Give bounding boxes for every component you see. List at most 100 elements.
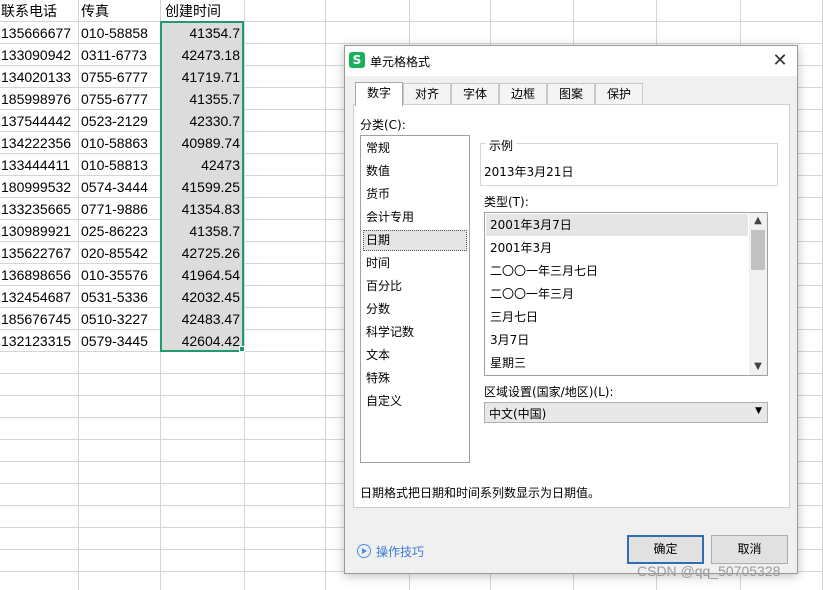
cell-fax[interactable]: 010-35576 bbox=[79, 264, 159, 286]
cell-phone[interactable]: 136898656 bbox=[0, 264, 78, 286]
cell-fax[interactable]: 010-58858 bbox=[79, 22, 159, 44]
type-item-selected[interactable]: 2001年3月7日 bbox=[486, 214, 748, 236]
header-cell-created-time[interactable]: 创建时间 bbox=[161, 0, 243, 22]
cell-fax[interactable]: 0523-2129 bbox=[79, 110, 159, 132]
cell-phone[interactable]: 133235665 bbox=[0, 198, 78, 220]
scroll-down-icon[interactable]: ▼ bbox=[749, 359, 767, 375]
cell-fax[interactable]: 0574-3444 bbox=[79, 176, 159, 198]
category-item[interactable]: 文本 bbox=[363, 345, 467, 366]
type-item[interactable]: 3月7日 bbox=[486, 329, 748, 351]
cell-fax[interactable]: 020-85542 bbox=[79, 242, 159, 264]
tab-pattern[interactable]: 图案 bbox=[547, 83, 595, 105]
sample-value: 2013年3月21日 bbox=[484, 165, 574, 179]
cell-created-time[interactable]: 42483.47 bbox=[161, 308, 243, 330]
cell-fax[interactable]: 0531-5336 bbox=[79, 286, 159, 308]
cell-phone[interactable]: 133090942 bbox=[0, 44, 78, 66]
category-item[interactable]: 分数 bbox=[363, 299, 467, 320]
cell-fax[interactable]: 010-58813 bbox=[79, 154, 159, 176]
ok-button[interactable]: 确定 bbox=[627, 535, 704, 564]
wps-app-icon: S bbox=[349, 52, 365, 68]
cell-phone[interactable]: 135666677 bbox=[0, 22, 78, 44]
tab-alignment[interactable]: 对齐 bbox=[403, 83, 451, 105]
type-item[interactable]: 2001年3月 bbox=[486, 237, 748, 259]
category-item[interactable]: 特殊 bbox=[363, 368, 467, 389]
cancel-button[interactable]: 取消 bbox=[711, 535, 788, 564]
category-item[interactable]: 货币 bbox=[363, 184, 467, 205]
cell-created-time[interactable]: 42032.45 bbox=[161, 286, 243, 308]
category-item[interactable]: 常规 bbox=[363, 138, 467, 159]
cell-phone[interactable]: 180999532 bbox=[0, 176, 78, 198]
cell-phone[interactable]: 132123315 bbox=[0, 330, 78, 352]
type-list-scrollbar[interactable]: ▲ ▼ bbox=[749, 213, 767, 375]
close-icon[interactable]: ✕ bbox=[769, 50, 791, 72]
cell-phone[interactable]: 133444411 bbox=[0, 154, 78, 176]
category-item[interactable]: 科学记数 bbox=[363, 322, 467, 343]
cell-fax[interactable]: 0755-6777 bbox=[79, 88, 159, 110]
watermark: CSDN @qq_50705328 bbox=[637, 563, 781, 579]
cell-phone[interactable]: 185676745 bbox=[0, 308, 78, 330]
cell-created-time[interactable]: 42330.7 bbox=[161, 110, 243, 132]
cell-phone[interactable]: 137544442 bbox=[0, 110, 78, 132]
cell-created-time[interactable]: 41355.7 bbox=[161, 88, 243, 110]
dialog-title: 单元格格式 bbox=[370, 55, 431, 69]
scroll-thumb[interactable] bbox=[751, 230, 765, 270]
category-item[interactable]: 百分比 bbox=[363, 276, 467, 297]
type-item[interactable]: 二〇〇一年三月七日 bbox=[486, 260, 748, 282]
tab-protection[interactable]: 保护 bbox=[595, 83, 643, 105]
type-item[interactable]: 二〇〇一年三月 bbox=[486, 283, 748, 305]
cell-created-time[interactable]: 41358.7 bbox=[161, 220, 243, 242]
category-label: 分类(C): bbox=[360, 118, 406, 132]
locale-select-value: 中文(中国) bbox=[489, 407, 547, 421]
format-description: 日期格式把日期和时间系列数显示为日期值。 bbox=[360, 486, 601, 500]
tab-font[interactable]: 字体 bbox=[451, 83, 499, 105]
grid-column-line bbox=[325, 0, 326, 590]
cell-fax[interactable]: 0311-6773 bbox=[79, 44, 159, 66]
locale-label: 区域设置(国家/地区)(L): bbox=[484, 385, 614, 399]
cell-phone[interactable]: 134020133 bbox=[0, 66, 78, 88]
type-list[interactable]: 2001年3月7日 2001年3月 二〇〇一年三月七日 二〇〇一年三月 三月七日… bbox=[484, 212, 768, 376]
cell-fax[interactable]: 0510-3227 bbox=[79, 308, 159, 330]
cell-created-time[interactable]: 41719.71 bbox=[161, 66, 243, 88]
format-cells-dialog: S 单元格格式 ✕ 数字 对齐 字体 边框 图案 保护 分类(C): 常规 数值… bbox=[344, 45, 798, 574]
cell-phone[interactable]: 185998976 bbox=[0, 88, 78, 110]
play-circle-icon[interactable] bbox=[357, 544, 371, 558]
category-item-selected[interactable]: 日期 bbox=[363, 230, 467, 251]
cell-created-time[interactable]: 40989.74 bbox=[161, 132, 243, 154]
locale-select[interactable]: 中文(中国) ▼ bbox=[484, 402, 768, 423]
cell-created-time[interactable]: 41599.25 bbox=[161, 176, 243, 198]
tips-link[interactable]: 操作技巧 bbox=[376, 543, 424, 560]
type-item[interactable]: 三月七日 bbox=[486, 306, 748, 328]
cell-phone[interactable]: 135622767 bbox=[0, 242, 78, 264]
cell-phone[interactable]: 130989921 bbox=[0, 220, 78, 242]
cell-phone[interactable]: 132454687 bbox=[0, 286, 78, 308]
category-item[interactable]: 数值 bbox=[363, 161, 467, 182]
cell-fax[interactable]: 0771-9886 bbox=[79, 198, 159, 220]
tab-border[interactable]: 边框 bbox=[499, 83, 547, 105]
dropdown-arrow-icon: ▼ bbox=[755, 406, 762, 416]
cell-created-time[interactable]: 42604.42 bbox=[161, 330, 243, 352]
header-cell-phone[interactable]: 联系电话 bbox=[0, 0, 78, 22]
scroll-up-icon[interactable]: ▲ bbox=[749, 213, 767, 229]
cell-fax[interactable]: 010-58863 bbox=[79, 132, 159, 154]
cell-created-time[interactable]: 42473 bbox=[161, 154, 243, 176]
type-label: 类型(T): bbox=[484, 195, 529, 209]
grid-column-line bbox=[244, 0, 245, 590]
cell-created-time[interactable]: 42725.26 bbox=[161, 242, 243, 264]
cell-created-time[interactable]: 41964.54 bbox=[161, 264, 243, 286]
category-item[interactable]: 自定义 bbox=[363, 391, 467, 412]
header-cell-fax[interactable]: 传真 bbox=[79, 0, 159, 22]
type-item[interactable]: 星期三 bbox=[486, 352, 748, 374]
fill-handle[interactable] bbox=[239, 346, 245, 352]
cell-created-time[interactable]: 41354.83 bbox=[161, 198, 243, 220]
cell-created-time[interactable]: 42473.18 bbox=[161, 44, 243, 66]
cell-fax[interactable]: 0579-3445 bbox=[79, 330, 159, 352]
dialog-titlebar[interactable]: S 单元格格式 ✕ bbox=[345, 46, 797, 76]
category-item[interactable]: 会计专用 bbox=[363, 207, 467, 228]
category-item[interactable]: 时间 bbox=[363, 253, 467, 274]
cell-fax[interactable]: 025-86223 bbox=[79, 220, 159, 242]
cell-phone[interactable]: 134222356 bbox=[0, 132, 78, 154]
category-list[interactable]: 常规 数值 货币 会计专用 日期 时间 百分比 分数 科学记数 文本 特殊 自定… bbox=[360, 135, 470, 463]
tab-number[interactable]: 数字 bbox=[355, 82, 403, 106]
cell-created-time[interactable]: 41354.7 bbox=[161, 22, 243, 44]
cell-fax[interactable]: 0755-6777 bbox=[79, 66, 159, 88]
